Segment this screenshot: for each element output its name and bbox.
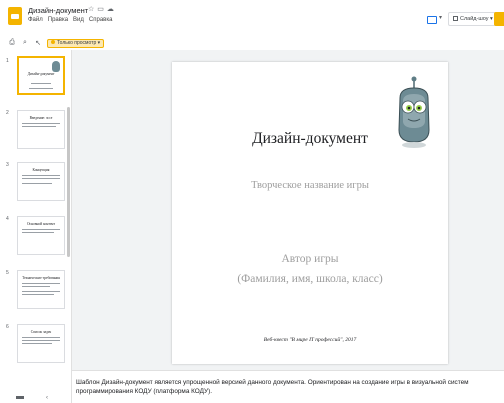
slide-author: Автор игры (Фамилия, имя, школа, класс) (172, 249, 448, 289)
slide-canvas: Дизайн-документ Творческое название игры… (72, 50, 504, 370)
menu-help[interactable]: Справка (89, 17, 113, 23)
author-line-1: Автор игры (281, 253, 339, 265)
thumb-title: Введение: эссе (29, 116, 53, 120)
thumb-text-line (22, 178, 60, 179)
thumb-text-line (22, 123, 60, 124)
document-title[interactable]: Дизайн-документ (28, 6, 88, 15)
thumb-text-line (22, 183, 52, 184)
thumb-title: Основной контент (26, 222, 56, 226)
thumb-number: 3 (6, 162, 9, 168)
thumb-text-line (22, 294, 54, 295)
thumb-number: 4 (6, 216, 9, 222)
author-line-2: (Фамилия, имя, школа, класс) (237, 273, 383, 285)
cursor-icon[interactable]: ↖ (34, 39, 42, 47)
title-bar: Дизайн-документ ☆▭☁ Файл Правка Вид Спра… (0, 0, 504, 36)
thumb-title: Дизайн-документ (27, 72, 55, 76)
chevron-down-icon[interactable]: ▾ (439, 14, 442, 21)
zoom-icon[interactable]: ⌕ (21, 39, 29, 47)
notes-line-2: программирования КОДУ (платформа КОДУ). (76, 388, 212, 395)
slideshow-button[interactable]: Слайд-шоу ▾ (448, 12, 498, 26)
thumb-text-line (22, 232, 54, 233)
slide-title: Дизайн-документ (252, 130, 368, 147)
slides-logo-icon[interactable] (8, 7, 22, 25)
slide-thumbnail-5[interactable]: Технические требования (17, 270, 65, 309)
share-button[interactable] (494, 12, 504, 26)
filmstrip-footer: ‹ (0, 376, 72, 403)
view-only-label: Только просмотр (57, 39, 97, 46)
thumb-text-line (22, 286, 50, 287)
slide-thumbnail-1[interactable]: Дизайн-документ (17, 56, 65, 95)
menu-edit[interactable]: Правка (48, 17, 68, 23)
menu-file[interactable]: Файл (28, 17, 43, 23)
star-icon[interactable]: ☆ (88, 6, 97, 13)
menu-bar: Файл Правка Вид Справка (28, 17, 112, 23)
notes-text: Шаблон Дизайн-документ является упрощенн… (76, 378, 504, 396)
current-slide[interactable]: Дизайн-документ Творческое название игры… (172, 62, 448, 364)
grid-view-icon[interactable] (16, 396, 24, 399)
menu-view[interactable]: Вид (73, 17, 84, 23)
thumb-text-line (22, 126, 56, 127)
thumb-text-line (29, 88, 53, 89)
thumb-number: 5 (6, 270, 9, 276)
thumb-number: 6 (6, 324, 9, 330)
slideshow-label: Слайд-шоу (460, 16, 489, 22)
slide-thumbnail-3[interactable]: Концепция (17, 162, 65, 201)
slide-footer: Веб-квест "В мире IT профессий", 2017 (263, 337, 357, 343)
slide-subtitle: Творческое название игры (251, 180, 369, 191)
folder-icon[interactable]: ▭ (97, 6, 107, 13)
thumb-text-line (22, 343, 52, 344)
toolbar: ⎙ ⌕ ↖ Только просмотр ▾ (0, 36, 504, 50)
speaker-notes[interactable]: Шаблон Дизайн-документ является упрощенн… (72, 370, 504, 403)
thumb-number: 1 (6, 58, 9, 64)
chevron-left-icon[interactable]: ‹ (46, 395, 48, 401)
cloud-icon[interactable]: ☁ (107, 6, 117, 13)
eye-icon (51, 39, 55, 44)
present-icon[interactable] (427, 16, 437, 24)
thumb-text-line (22, 283, 60, 284)
slideshow-icon (453, 16, 458, 21)
thumb-title: Концепция (32, 168, 50, 172)
thumb-text-line (22, 291, 60, 292)
thumb-text-line (22, 337, 60, 338)
robot-thumbnail-icon (52, 61, 60, 72)
slide-thumbnail-6[interactable]: Список задач (17, 324, 65, 363)
thumb-number: 2 (6, 110, 9, 116)
thumb-text-line (31, 83, 51, 84)
filmstrip-scrollbar[interactable] (67, 107, 70, 257)
title-icons: ☆▭☁ (88, 5, 117, 13)
thumb-text-line (22, 340, 60, 341)
thumb-title: Технические требования (22, 276, 60, 280)
print-icon[interactable]: ⎙ (8, 39, 16, 47)
slide-filmstrip: 1 Дизайн-документ 2 Введение: эссе 3 Кон… (0, 50, 72, 376)
view-only-button[interactable]: Только просмотр ▾ (47, 38, 105, 48)
slide-thumbnail-4[interactable]: Основной контент (17, 216, 65, 255)
thumb-title: Список задач (30, 330, 52, 334)
thumb-text-line (22, 175, 60, 176)
slide-thumbnail-2[interactable]: Введение: эссе (17, 110, 65, 149)
thumb-text-line (22, 229, 60, 230)
notes-line-1: Шаблон Дизайн-документ является упрощенн… (76, 379, 469, 386)
